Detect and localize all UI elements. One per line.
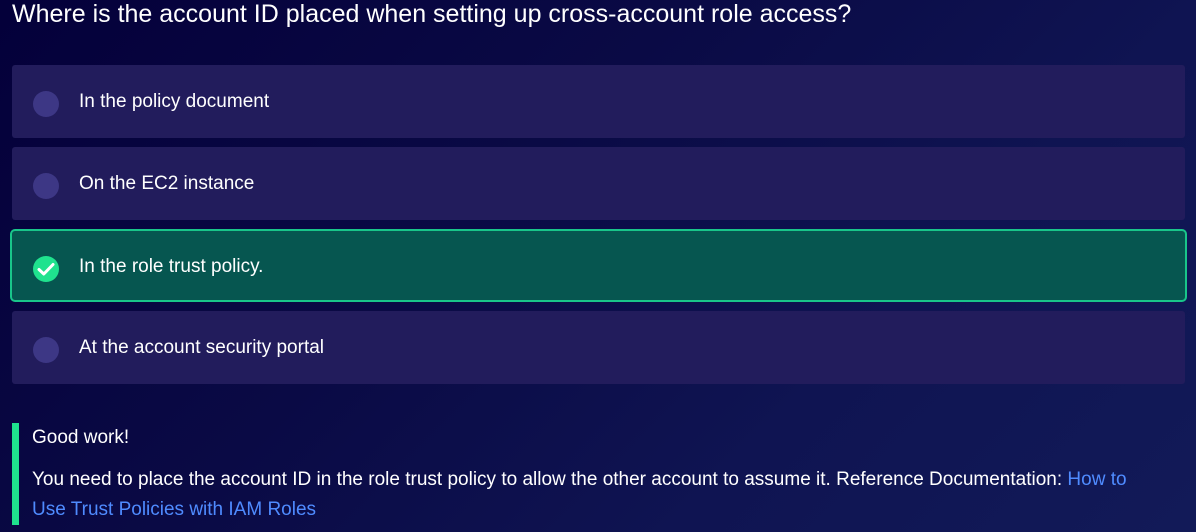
feedback-text: You need to place the account ID in the …: [32, 469, 1063, 490]
feedback-body: You need to place the account ID in the …: [32, 465, 1162, 525]
feedback-panel: Good work! You need to place the account…: [12, 423, 1162, 525]
radio-button[interactable]: [33, 173, 59, 199]
radio-button[interactable]: [33, 337, 59, 363]
check-icon-svg: [37, 263, 55, 276]
answer-option-label: On the EC2 instance: [79, 173, 255, 194]
question-title: Where is the account ID placed when sett…: [12, 0, 852, 28]
feedback-title: Good work!: [32, 427, 130, 448]
answer-option-label: In the role trust policy.: [79, 256, 264, 277]
answer-options: In the policy document On the EC2 instan…: [10, 65, 1187, 393]
answer-option-4[interactable]: At the account security portal: [12, 311, 1185, 384]
answer-option-label: In the policy document: [79, 91, 270, 112]
check-icon[interactable]: [33, 256, 59, 282]
answer-option-2[interactable]: On the EC2 instance: [12, 147, 1185, 220]
answer-option-label: At the account security portal: [79, 337, 325, 358]
answer-option-3[interactable]: In the role trust policy.: [10, 229, 1187, 302]
answer-option-1[interactable]: In the policy document: [12, 65, 1185, 138]
radio-button[interactable]: [33, 91, 59, 117]
